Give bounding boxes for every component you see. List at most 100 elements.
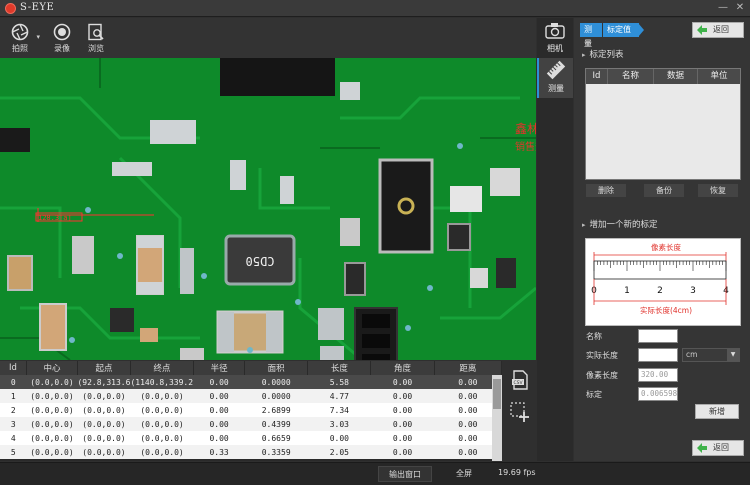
table-cell: 2 bbox=[0, 403, 27, 417]
table-tools: CSV bbox=[503, 361, 536, 461]
pixel-length-input[interactable]: 320.00 bbox=[638, 368, 678, 382]
breadcrumb-calibration[interactable]: 标定值 bbox=[603, 23, 639, 37]
calib-list-header[interactable]: ▸ 标定列表 bbox=[582, 48, 624, 60]
calib-col-id[interactable]: Id bbox=[586, 69, 608, 84]
output-window-button[interactable]: 输出窗口 bbox=[378, 466, 432, 482]
watermark-line1: 鑫林豆粮淘宝旗舰店 bbox=[515, 122, 536, 136]
table-cell: 5.58 bbox=[307, 375, 371, 389]
delete-button[interactable]: 删除 bbox=[586, 184, 626, 197]
ruler-diagram: 像素长度 0 1 2 3 4 实际长度(4cm) bbox=[591, 242, 729, 315]
measurement-table: Id 中心 起点 终点 半径 面积 长度 角度 距离 0 (0.0,0.0) (92… bbox=[0, 361, 503, 461]
tab-measure[interactable]: 测量 bbox=[537, 58, 573, 98]
calib-table-header: Id 名称 数据 单位 bbox=[586, 69, 740, 84]
table-cell: (92.8,313.6) bbox=[77, 375, 131, 389]
actual-length-input[interactable] bbox=[638, 348, 678, 362]
camera-view[interactable]: CD50 128.3[a] 鑫林 销售 bbox=[0, 58, 536, 360]
col-header-area[interactable]: 面积 bbox=[244, 361, 309, 375]
capture-button[interactable]: 拍照 ▾ bbox=[4, 21, 40, 57]
table-cell: 0.00 bbox=[193, 375, 245, 389]
back-arrow-icon bbox=[697, 25, 707, 35]
chip-marking: CD50 bbox=[246, 254, 275, 268]
restore-button[interactable]: 恢复 bbox=[698, 184, 738, 197]
table-cell: (0.0,0.0) bbox=[77, 445, 131, 459]
back-label: 返回 bbox=[713, 443, 729, 452]
table-cell: 0.00 bbox=[370, 431, 435, 445]
add-shape-icon[interactable] bbox=[509, 401, 531, 423]
calib-col-name[interactable]: 名称 bbox=[608, 69, 654, 84]
col-header-radius[interactable]: 半径 bbox=[193, 361, 246, 375]
back-button-top[interactable]: 返回 bbox=[692, 22, 744, 38]
chevron-down-icon[interactable]: ▾ bbox=[36, 33, 40, 41]
chevron-down-icon[interactable]: ▼ bbox=[727, 349, 739, 361]
title-bar: S-EYE — ✕ bbox=[0, 0, 750, 17]
col-header-end[interactable]: 终点 bbox=[130, 361, 195, 375]
right-panel: 测量 标定值 返回 ▸ 标定列表 Id 名称 数据 单位 删除 备份 恢复 ▸ 增加… bbox=[574, 18, 750, 461]
table-row[interactable]: 0 (0.0,0.0) (92.8,313.6) (1140.8,339.2) 0.00… bbox=[0, 375, 502, 389]
expand-triangle-icon: ▸ bbox=[582, 51, 586, 59]
back-button-bottom[interactable]: 返回 bbox=[692, 440, 744, 456]
table-cell: 0.00 bbox=[370, 445, 435, 459]
record-button[interactable]: 录像 bbox=[46, 21, 78, 57]
name-input[interactable] bbox=[638, 329, 678, 343]
table-cell: (0.0,0.0) bbox=[26, 417, 78, 431]
pcb-image: CD50 128.3[a] bbox=[0, 58, 536, 360]
calib-list-title: 标定列表 bbox=[589, 50, 624, 60]
table-cell: (0.0,0.0) bbox=[77, 403, 131, 417]
table-cell: (0.0,0.0) bbox=[26, 389, 78, 403]
table-cell: 0.00 bbox=[370, 417, 435, 431]
table-cell: (0.0,0.0) bbox=[26, 431, 78, 445]
table-cell: 0.00 bbox=[370, 403, 435, 417]
record-label: 录像 bbox=[54, 44, 70, 53]
add-calib-button[interactable]: 新增 bbox=[695, 404, 739, 419]
col-header-angle[interactable]: 角度 bbox=[370, 361, 435, 375]
table-cell: 1 bbox=[0, 389, 27, 403]
table-cell: 7.34 bbox=[307, 403, 371, 417]
fullscreen-button[interactable]: 全屏 bbox=[456, 468, 472, 479]
minimize-icon[interactable]: — bbox=[716, 2, 730, 15]
table-cell: 0.00 bbox=[193, 431, 245, 445]
unit-select[interactable]: cm ▼ bbox=[682, 348, 740, 362]
calib-table[interactable]: Id 名称 数据 单位 bbox=[585, 68, 741, 180]
pixel-length-caption: 像素长度 bbox=[651, 242, 681, 252]
col-header-center[interactable]: 中心 bbox=[26, 361, 78, 375]
table-cell: 0.6659 bbox=[244, 431, 308, 445]
table-cell: (0.0,0.0) bbox=[130, 431, 194, 445]
table-row[interactable]: 3 (0.0,0.0) (0.0,0.0) (0.0,0.0) 0.00 0.4399 3.… bbox=[0, 417, 502, 431]
aperture-icon bbox=[11, 23, 29, 41]
table-cell: (0.0,0.0) bbox=[26, 403, 78, 417]
table-row[interactable]: 4 (0.0,0.0) (0.0,0.0) (0.0,0.0) 0.00 0.6659 0.… bbox=[0, 431, 502, 445]
col-header-id[interactable]: Id bbox=[0, 361, 27, 375]
calib-value-input[interactable]: 0.006598 bbox=[638, 387, 678, 401]
export-icon[interactable]: CSV bbox=[509, 369, 531, 391]
col-header-length[interactable]: 长度 bbox=[307, 361, 372, 375]
table-row[interactable]: 1 (0.0,0.0) (0.0,0.0) (0.0,0.0) 0.00 0.0000 4.… bbox=[0, 389, 502, 403]
tab-camera[interactable]: 相机 bbox=[537, 18, 573, 58]
table-scrollbar[interactable] bbox=[492, 375, 502, 461]
side-tabs: 相机 测量 bbox=[537, 18, 573, 461]
back-label: 返回 bbox=[713, 25, 729, 34]
close-icon[interactable]: ✕ bbox=[733, 2, 747, 15]
add-calib-header[interactable]: ▸ 增加一个新的标定 bbox=[582, 218, 658, 230]
scrollbar-thumb[interactable] bbox=[493, 379, 501, 409]
table-row[interactable]: 2 (0.0,0.0) (0.0,0.0) (0.0,0.0) 0.00 2.6899 7.… bbox=[0, 403, 502, 417]
col-header-start[interactable]: 起点 bbox=[77, 361, 131, 375]
add-calib-title: 增加一个新的标定 bbox=[589, 220, 658, 230]
table-row[interactable]: 5 (0.0,0.0) (0.0,0.0) (0.0,0.0) 0.33 0.3359 2.… bbox=[0, 445, 502, 459]
calib-col-data[interactable]: 数据 bbox=[654, 69, 698, 84]
actual-length-label: 实际长度 bbox=[586, 351, 618, 360]
pixel-length-label: 像素长度 bbox=[586, 371, 618, 380]
ruler-icon bbox=[546, 60, 566, 80]
breadcrumb-arrow-icon bbox=[638, 23, 644, 37]
table-cell: 4.77 bbox=[307, 389, 371, 403]
table-cell: 0.33 bbox=[193, 445, 245, 459]
calib-col-unit[interactable]: 单位 bbox=[698, 69, 740, 84]
actual-length-caption: 实际长度(4cm) bbox=[640, 305, 692, 315]
table-cell: 5 bbox=[0, 445, 27, 459]
table-cell: (0.0,0.0) bbox=[130, 445, 194, 459]
backup-button[interactable]: 备份 bbox=[644, 184, 684, 197]
col-header-distance[interactable]: 距离 bbox=[434, 361, 503, 375]
breadcrumb-measure[interactable]: 测量 bbox=[580, 23, 602, 48]
ruler-tick-3: 3 bbox=[690, 286, 696, 296]
table-cell: 0.00 bbox=[370, 375, 435, 389]
browse-button[interactable]: 浏览 bbox=[80, 21, 112, 57]
